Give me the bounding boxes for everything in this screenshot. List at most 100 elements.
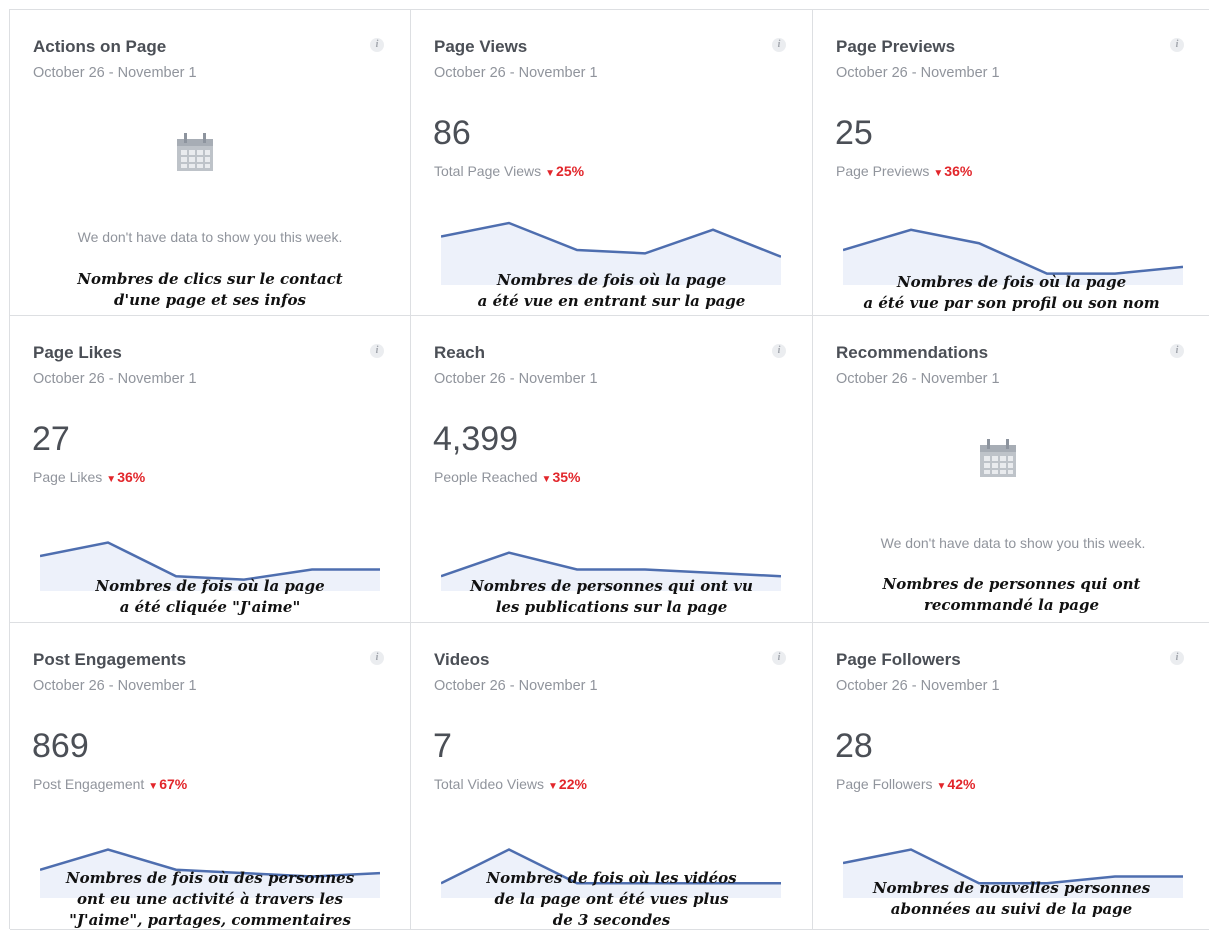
card-recommendations[interactable]: Recommendations October 26 - November 1 … bbox=[813, 316, 1209, 623]
annotation-text: Nombres de fois où la page a été cliquée… bbox=[10, 576, 410, 618]
annotation-line: ont eu une activité à travers les bbox=[77, 890, 343, 908]
annotation-line: "J'aime", partages, commentaires bbox=[69, 911, 351, 929]
card-date-range: October 26 - November 1 bbox=[434, 371, 598, 387]
card-title: Page Previews bbox=[836, 37, 956, 56]
metric-label: Page Likes ▼36% bbox=[33, 469, 145, 485]
down-arrow-icon: ▼ bbox=[148, 781, 159, 792]
change-badge: ▼25% bbox=[545, 163, 584, 179]
metric-value: 28 bbox=[835, 727, 873, 765]
down-arrow-icon: ▼ bbox=[541, 474, 552, 485]
change-percent: 36% bbox=[117, 469, 146, 485]
card-title: Recommendations bbox=[836, 343, 989, 362]
card-date-range: October 26 - November 1 bbox=[33, 371, 197, 387]
change-badge: ▼35% bbox=[542, 469, 581, 485]
change-percent: 42% bbox=[947, 776, 976, 792]
metric-label-text: Page Previews bbox=[836, 163, 930, 179]
annotation-line: Nombres de fois où les vidéos bbox=[486, 869, 737, 887]
annotation-text: Nombres de fois où des personnes ont eu … bbox=[10, 868, 410, 929]
down-arrow-icon: ▼ bbox=[106, 474, 117, 485]
change-badge: ▼22% bbox=[548, 776, 587, 792]
annotation-line: Nombres de fois où la page bbox=[496, 271, 727, 289]
annotation-text: Nombres de fois où la page a été vue par… bbox=[813, 272, 1209, 314]
change-badge: ▼36% bbox=[106, 469, 145, 485]
metric-label: Post Engagement ▼67% bbox=[33, 776, 187, 792]
card-date-range: October 26 - November 1 bbox=[836, 678, 1000, 694]
metric-value: 7 bbox=[433, 727, 452, 765]
card-title: Actions on Page bbox=[33, 37, 167, 56]
change-badge: ▼42% bbox=[937, 776, 976, 792]
metric-label: Total Page Views ▼25% bbox=[434, 163, 584, 179]
annotation-line: Nombres de personnes qui ont bbox=[882, 575, 1141, 593]
annotation-line: abonnées au suivi de la page bbox=[890, 900, 1133, 918]
annotation-line: d'une page et ses infos bbox=[114, 291, 306, 309]
change-percent: 35% bbox=[552, 469, 581, 485]
annotation-line: de 3 secondes bbox=[552, 911, 671, 929]
card-date-range: October 26 - November 1 bbox=[33, 678, 197, 694]
card-reach[interactable]: Reach October 26 - November 1 i 4,399 Pe… bbox=[411, 316, 813, 623]
card-title: Reach bbox=[434, 343, 486, 362]
info-icon[interactable]: i bbox=[772, 651, 786, 665]
metric-label-text: Page Followers bbox=[836, 776, 933, 792]
no-data-message: We don't have data to show you this week… bbox=[77, 229, 343, 245]
down-arrow-icon: ▼ bbox=[545, 168, 556, 179]
annotation-line: Nombres de fois où la page bbox=[95, 577, 325, 595]
card-page-views[interactable]: Page Views October 26 - November 1 i 86 … bbox=[411, 10, 813, 316]
annotation-line: a été vue en entrant sur la page bbox=[477, 292, 746, 310]
no-data-message: We don't have data to show you this week… bbox=[880, 535, 1146, 551]
change-badge: ▼67% bbox=[148, 776, 187, 792]
card-post-engagements[interactable]: Post Engagements October 26 - November 1… bbox=[10, 623, 411, 930]
calendar-icon bbox=[177, 133, 213, 171]
calendar-icon bbox=[980, 439, 1016, 477]
metric-label-text: Total Video Views bbox=[434, 776, 544, 792]
metric-label: Page Followers ▼42% bbox=[836, 776, 975, 792]
metric-value: 86 bbox=[433, 114, 471, 152]
annotation-line: Nombres de nouvelles personnes bbox=[872, 879, 1151, 897]
insights-grid: Actions on Page October 26 - November 1 … bbox=[9, 9, 1209, 930]
annotation-text: Nombres de nouvelles personnes abonnées … bbox=[813, 878, 1209, 920]
annotation-line: Nombres de fois où des personnes bbox=[65, 869, 355, 887]
info-icon[interactable]: i bbox=[1170, 344, 1184, 358]
down-arrow-icon: ▼ bbox=[933, 168, 944, 179]
card-date-range: October 26 - November 1 bbox=[434, 65, 598, 81]
card-title: Post Engagements bbox=[33, 650, 187, 669]
down-arrow-icon: ▼ bbox=[936, 781, 947, 792]
change-badge: ▼36% bbox=[933, 163, 972, 179]
metric-label-text: Total Page Views bbox=[434, 163, 542, 179]
annotation-text: Nombres de fois où la page a été vue en … bbox=[411, 270, 812, 312]
info-icon[interactable]: i bbox=[772, 38, 786, 52]
metric-label: People Reached ▼35% bbox=[434, 469, 580, 485]
annotation-line: Nombres de fois où la page bbox=[896, 273, 1127, 291]
card-date-range: October 26 - November 1 bbox=[33, 65, 197, 81]
annotation-line: a été vue par son profil ou son nom bbox=[863, 294, 1160, 312]
change-percent: 36% bbox=[944, 163, 973, 179]
card-page-likes[interactable]: Page Likes October 26 - November 1 i 27 … bbox=[10, 316, 411, 623]
info-icon[interactable]: i bbox=[370, 38, 384, 52]
change-percent: 22% bbox=[558, 776, 587, 792]
metric-value: 4,399 bbox=[433, 420, 519, 458]
card-videos[interactable]: Videos October 26 - November 1 i 7 Total… bbox=[411, 623, 813, 930]
annotation-text: Nombres de personnes qui ont vu les publ… bbox=[411, 576, 812, 618]
info-icon[interactable]: i bbox=[1170, 38, 1184, 52]
card-page-previews[interactable]: Page Previews October 26 - November 1 i … bbox=[813, 10, 1209, 316]
metric-label-text: Page Likes bbox=[33, 469, 103, 485]
change-percent: 67% bbox=[159, 776, 188, 792]
annotation-line: Nombres de personnes qui ont vu bbox=[470, 577, 753, 595]
annotation-text: Nombres de clics sur le contact d'une pa… bbox=[10, 269, 410, 311]
info-icon[interactable]: i bbox=[1170, 651, 1184, 665]
card-page-followers[interactable]: Page Followers October 26 - November 1 i… bbox=[813, 623, 1209, 930]
card-date-range: October 26 - November 1 bbox=[836, 371, 1000, 387]
info-icon[interactable]: i bbox=[772, 344, 786, 358]
metric-label-text: Post Engagement bbox=[33, 776, 145, 792]
metric-label: Page Previews ▼36% bbox=[836, 163, 972, 179]
change-percent: 25% bbox=[556, 163, 585, 179]
annotation-line: a été cliquée "J'aime" bbox=[119, 598, 301, 616]
metric-value: 25 bbox=[835, 114, 873, 152]
card-actions-on-page[interactable]: Actions on Page October 26 - November 1 … bbox=[10, 10, 411, 316]
annotation-line: de la page ont été vues plus bbox=[494, 890, 729, 908]
info-icon[interactable]: i bbox=[370, 344, 384, 358]
metric-label-text: People Reached bbox=[434, 469, 538, 485]
card-title: Page Likes bbox=[33, 343, 122, 362]
card-title: Page Views bbox=[434, 37, 528, 56]
info-icon[interactable]: i bbox=[370, 651, 384, 665]
annotation-line: les publications sur la page bbox=[495, 598, 728, 616]
